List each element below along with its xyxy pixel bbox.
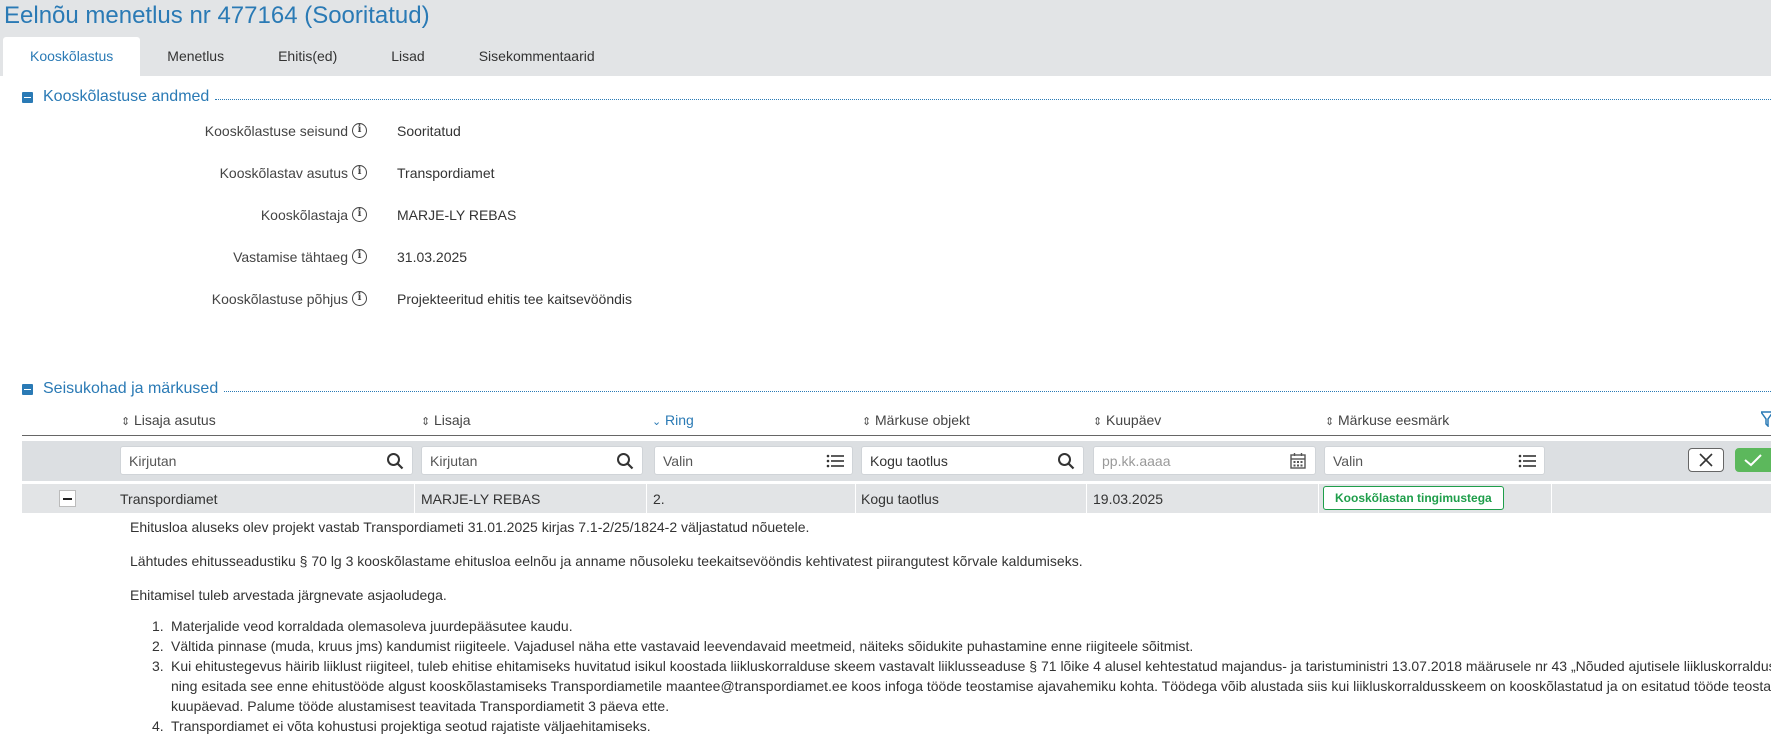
column-label: Märkuse eesmärk: [1338, 412, 1450, 428]
section-title: Seisukohad ja märkused: [43, 380, 219, 397]
column-divider: [1318, 484, 1319, 513]
table-header-divider: [22, 435, 1771, 436]
field-label: Kooskõlastaja: [260, 207, 348, 223]
list-item: 4. Transpordiamet ei võta kohustusi proje…: [152, 718, 651, 734]
filter-kuupaev-input[interactable]: [1102, 452, 1257, 469]
field-label: Kooskõlastav asutus: [219, 165, 348, 181]
column-label: Ring: [665, 412, 694, 428]
list-icon[interactable]: [826, 452, 844, 470]
filter-kuupaev[interactable]: [1093, 446, 1316, 475]
field-value: 31.03.2025: [397, 249, 468, 265]
field-value: Transpordiamet: [397, 165, 495, 181]
info-icon[interactable]: i: [352, 249, 367, 264]
filter-markuse-eesmark-select[interactable]: [1333, 452, 1487, 469]
filter-icon[interactable]: [1761, 411, 1771, 427]
field-value: MARJE-LY REBAS: [397, 207, 517, 223]
column-header-lisaja[interactable]: ⇕ Lisaja: [421, 409, 471, 431]
tab-kooskolastus[interactable]: Kooskõlastus: [3, 37, 141, 76]
apply-filters-button[interactable]: [1735, 448, 1771, 472]
field-label: Vastamise tähtaeg: [233, 249, 348, 265]
info-icon[interactable]: i: [352, 291, 367, 306]
list-item: 3. Kui ehitustegevus häirib liiklust riig…: [152, 658, 1771, 714]
filter-lisaja-asutus-input[interactable]: [129, 452, 333, 469]
field-value: Sooritatud: [397, 123, 461, 139]
field-row-tahtaeg: Vastamise tähtaeg i 31.03.2025: [0, 247, 1000, 267]
tab-menetlus[interactable]: Menetlus: [140, 37, 251, 76]
sort-icon: ⇕: [862, 416, 872, 428]
column-header-ring[interactable]: ⌄ Ring: [652, 409, 694, 431]
field-label: Kooskõlastuse seisund: [204, 123, 348, 139]
section-divider: [215, 98, 1771, 100]
search-icon[interactable]: [616, 452, 634, 470]
field-row-seisund: Kooskõlastuse seisund i Sooritatud: [0, 121, 1000, 141]
column-header-lisaja-asutus[interactable]: ⇕ Lisaja asutus: [121, 409, 216, 431]
search-icon[interactable]: [386, 452, 404, 470]
clear-filters-button[interactable]: [1688, 448, 1724, 472]
list-icon[interactable]: [1518, 452, 1536, 470]
column-header-markuse-eesmark[interactable]: ⇕ Märkuse eesmärk: [1325, 409, 1449, 431]
filter-markuse-eesmark[interactable]: [1324, 446, 1545, 475]
sort-down-icon: ⌄: [652, 416, 662, 428]
filter-markuse-objekt-input[interactable]: [870, 452, 1025, 469]
page-title: Eelnõu menetlus nr 477164 (Sooritatud): [4, 2, 430, 29]
comment-paragraph: Ehitamisel tuleb arvestada järgnevate as…: [130, 587, 447, 603]
column-divider: [1551, 484, 1552, 513]
field-value: Projekteeritud ehitis tee kaitsevööndis: [397, 291, 633, 307]
column-divider: [414, 484, 415, 513]
filter-lisaja-asutus[interactable]: [120, 446, 413, 475]
section-header-seisukohad: Seisukohad ja märkused: [22, 379, 1771, 399]
info-icon[interactable]: i: [352, 207, 367, 222]
sort-icon: ⇕: [121, 416, 131, 428]
column-header-markuse-objekt[interactable]: ⇕ Märkuse objekt: [862, 409, 970, 431]
section-title: Kooskõlastuse andmed: [43, 88, 210, 105]
collapse-icon[interactable]: [22, 383, 33, 395]
cell-markuse-objekt: Kogu taotlus: [861, 491, 939, 507]
cell-ring: 2.: [653, 491, 665, 507]
column-label: Lisaja asutus: [134, 412, 216, 428]
cell-kuupaev: 19.03.2025: [1093, 491, 1164, 507]
list-item: 2. Vältida pinnase (muda, kruus jms) kand…: [152, 638, 1194, 654]
section-divider: [224, 390, 1771, 392]
info-icon[interactable]: i: [352, 123, 367, 138]
column-label: Märkuse objekt: [875, 412, 970, 428]
column-divider: [646, 484, 647, 513]
column-label: Kuupäev: [1106, 412, 1162, 428]
comment-list: 1. Materjalide veod korraldada olemasolev…: [130, 616, 1771, 736]
column-label: Lisaja: [434, 412, 471, 428]
collapse-icon[interactable]: [22, 91, 33, 103]
collapse-row-button[interactable]: [59, 490, 76, 507]
filter-ring-select[interactable]: [663, 452, 801, 469]
filter-lisaja-input[interactable]: [430, 452, 584, 469]
column-divider: [855, 484, 856, 513]
column-divider: [1086, 484, 1087, 513]
sort-icon: ⇕: [1325, 416, 1335, 428]
tab-bar: Kooskõlastus Menetlus Ehitis(ed) Lisad S…: [3, 37, 622, 76]
section-header-kooskolastuse-andmed: Kooskõlastuse andmed: [22, 87, 1771, 107]
search-icon[interactable]: [1057, 452, 1075, 470]
cell-lisaja: MARJE-LY REBAS: [421, 491, 541, 507]
column-header-kuupaev[interactable]: ⇕ Kuupäev: [1093, 409, 1161, 431]
list-item: 1. Materjalide veod korraldada olemasolev…: [152, 618, 573, 634]
close-icon: [1699, 453, 1713, 467]
check-icon: [1744, 454, 1762, 467]
field-row-pohjus: Kooskõlastuse põhjus i Projekteeritud eh…: [0, 289, 1000, 309]
tab-ehitised[interactable]: Ehitis(ed): [251, 37, 364, 76]
status-badge: Kooskõlastan tingimustega: [1323, 486, 1504, 510]
tab-sisekommentaarid[interactable]: Sisekommentaarid: [452, 37, 622, 76]
field-row-asutus: Kooskõlastav asutus i Transpordiamet: [0, 163, 1000, 183]
filter-markuse-objekt[interactable]: [861, 446, 1084, 475]
sort-icon: ⇕: [1093, 416, 1103, 428]
comment-paragraph: Ehitusloa aluseks olev projekt vastab Tr…: [130, 519, 810, 535]
cell-lisaja-asutus: Transpordiamet: [120, 491, 218, 507]
filter-lisaja[interactable]: [421, 446, 643, 475]
field-label: Kooskõlastuse põhjus: [211, 291, 348, 307]
sort-icon: ⇕: [421, 416, 431, 428]
field-row-kooskolastaja: Kooskõlastaja i MARJE-LY REBAS: [0, 205, 1000, 225]
tab-lisad[interactable]: Lisad: [364, 37, 451, 76]
comment-paragraph: Lähtudes ehitusseadustiku § 70 lg 3 koos…: [130, 553, 1083, 569]
calendar-icon[interactable]: [1289, 452, 1307, 470]
info-icon[interactable]: i: [352, 165, 367, 180]
filter-ring[interactable]: [654, 446, 853, 475]
